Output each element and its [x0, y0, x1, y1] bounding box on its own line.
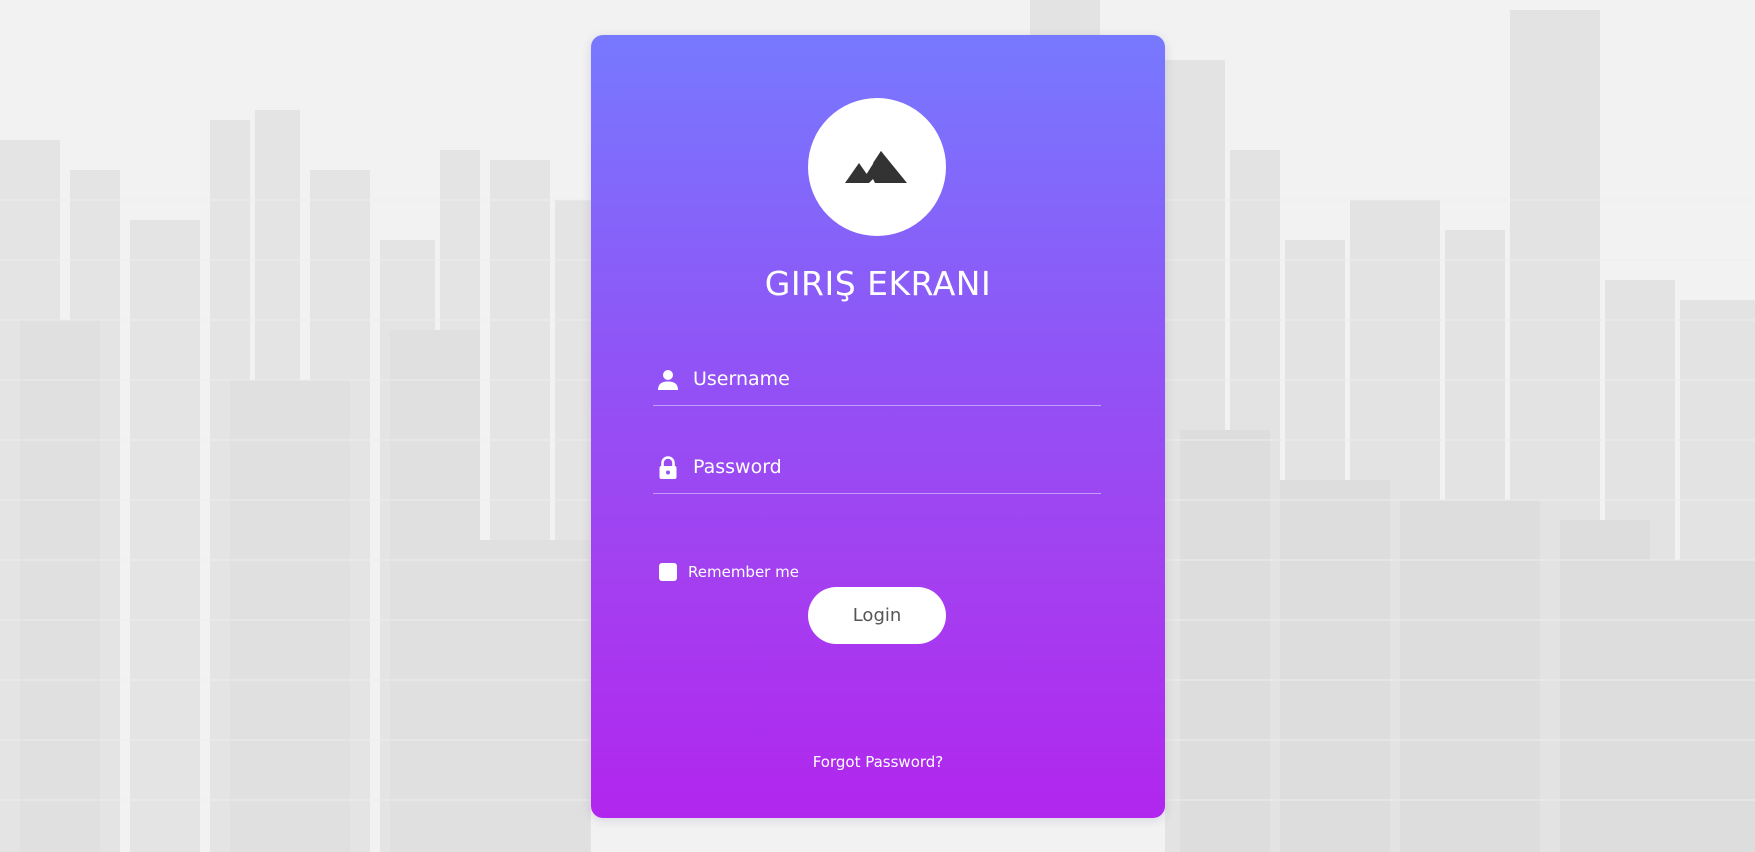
mountain-icon — [845, 151, 907, 183]
username-field — [653, 355, 1103, 406]
lock-icon — [656, 456, 680, 480]
login-button[interactable]: Login — [808, 587, 946, 644]
password-input[interactable] — [688, 449, 1103, 485]
login-page: GIRIŞ EKRANI Remember me — [0, 0, 1755, 852]
user-icon — [656, 368, 680, 392]
forgot-password-link[interactable]: Forgot Password? — [591, 753, 1165, 771]
username-input[interactable] — [688, 361, 1103, 397]
remember-me-label: Remember me — [688, 563, 799, 581]
login-card: GIRIŞ EKRANI Remember me — [591, 35, 1165, 818]
remember-me-checkbox[interactable] — [659, 563, 677, 581]
page-title: GIRIŞ EKRANI — [764, 264, 992, 303]
remember-me[interactable]: Remember me — [659, 563, 799, 581]
logo-circle — [808, 98, 946, 236]
password-field — [653, 443, 1103, 494]
